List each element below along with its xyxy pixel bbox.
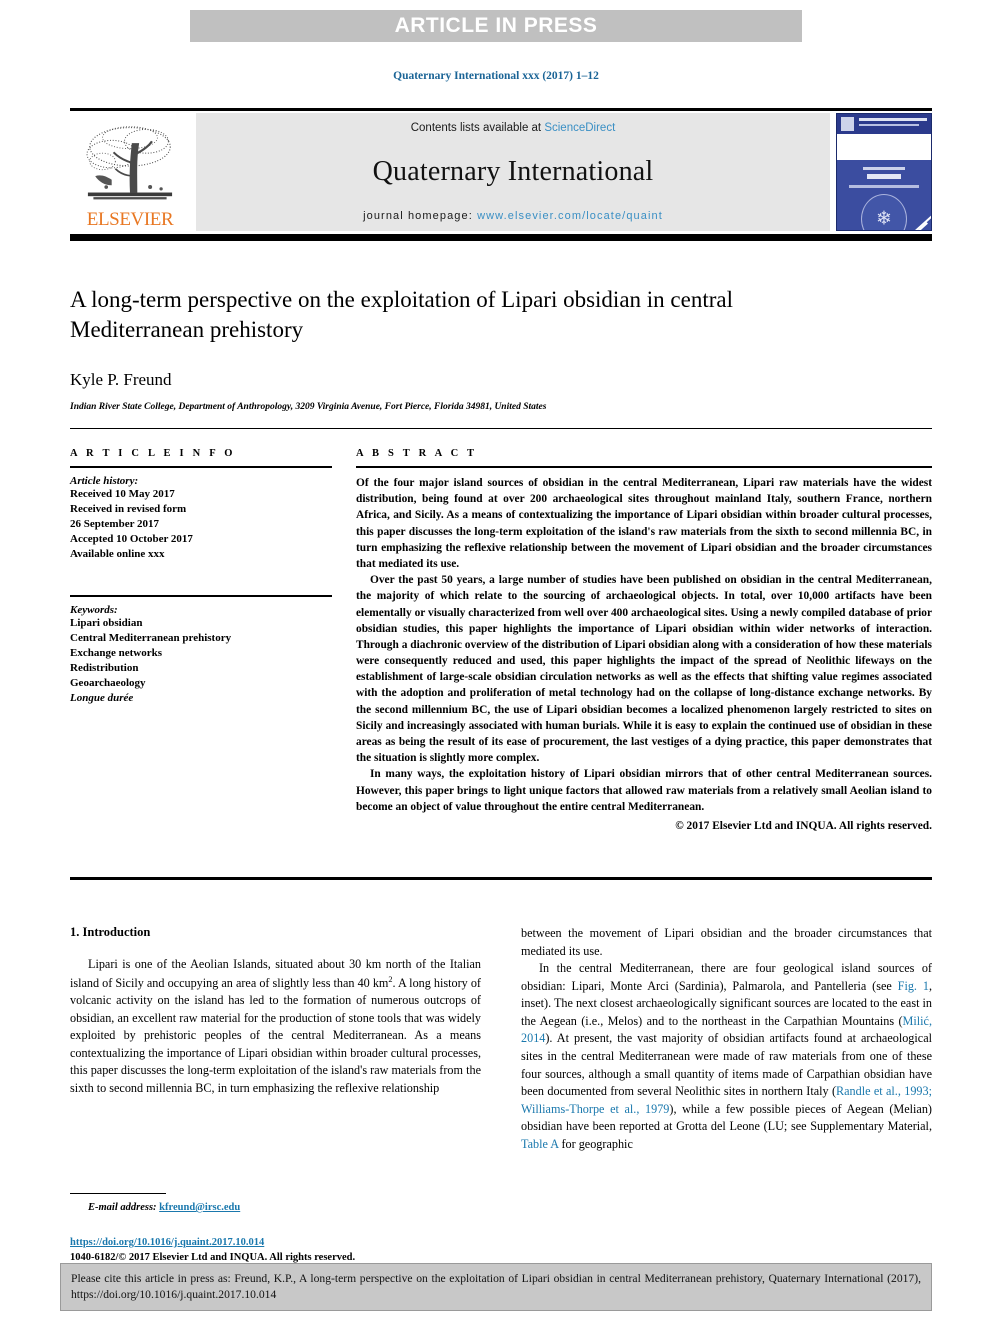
cover-white-band — [837, 134, 931, 160]
info-and-abstract: A R T I C L E I N F O Article history: R… — [70, 448, 932, 832]
cover-text-line-1 — [863, 167, 905, 170]
masthead-top-rule — [70, 108, 932, 111]
elsevier-logo: ELSEVIER — [70, 113, 190, 231]
footnote-divider — [70, 1193, 166, 1194]
sciencedirect-link[interactable]: ScienceDirect — [544, 122, 615, 134]
history-available-online: Available online xxx — [70, 547, 165, 560]
elsevier-tree-icon — [86, 126, 173, 200]
figure-1-link[interactable]: Fig. 1 — [898, 979, 929, 993]
page-title: A long-term perspective on the exploitat… — [70, 287, 733, 343]
abstract-rule — [356, 466, 932, 468]
running-head-citation: Quaternary International xxx (2017) 1–12 — [393, 70, 599, 82]
body-columns: 1. Introduction Lipari is one of the Aeo… — [70, 925, 932, 1153]
contents-prefix: Contents lists available at — [410, 122, 545, 134]
footnote-block: E-mail address: kfreund@irsc.edu — [70, 1193, 481, 1213]
title-block: A long-term perspective on the exploitat… — [70, 285, 932, 429]
history-received: Received 10 May 2017 — [70, 488, 175, 500]
keyword-item-5: Geoarchaeology — [70, 676, 146, 689]
cover-header-band — [837, 114, 931, 134]
article-history-label: Article history: — [70, 475, 139, 487]
masthead-bottom-rule — [70, 234, 932, 241]
right-text-a: In the central Mediterranean, there are … — [521, 961, 932, 993]
body-top-divider — [70, 877, 932, 880]
email-address-label: E-mail address: — [88, 1202, 157, 1213]
article-info-heading: A R T I C L E I N F O — [70, 448, 236, 459]
abstract-paragraph-3: In many ways, the exploitation history o… — [356, 768, 932, 813]
right-text-e: for geographic — [558, 1136, 633, 1151]
body-column-right: between the movement of Lipari obsidian … — [521, 925, 932, 1153]
author-email-link[interactable]: kfreund@irsc.edu — [159, 1202, 240, 1213]
history-accepted: Accepted 10 October 2017 — [70, 532, 193, 545]
cover-text-line-2 — [867, 174, 901, 179]
footnote-email-line: E-mail address: kfreund@irsc.edu — [70, 1202, 481, 1213]
cover-title-line-1 — [859, 118, 927, 121]
article-info-column: A R T I C L E I N F O Article history: R… — [70, 448, 332, 832]
journal-cover-thumbnail: ❄ — [836, 113, 932, 231]
intro-text-part2: . A long history of volcanic activity on… — [70, 975, 481, 1095]
abstract-heading: A B S T R A C T — [356, 448, 478, 459]
doi-block: https://doi.org/10.1016/j.quaint.2017.10… — [70, 1235, 481, 1265]
keyword-item-3: Exchange networks — [70, 646, 162, 659]
masthead-center-panel: Contents lists available at ScienceDirec… — [196, 113, 830, 231]
article-in-press-label: ARTICLE IN PRESS — [394, 14, 598, 37]
keyword-item-6: Longue durée — [70, 691, 134, 704]
keyword-item-4: Redistribution — [70, 661, 139, 674]
keywords-rule — [70, 594, 332, 597]
keywords-label: Keywords: — [70, 603, 118, 616]
cover-snowflake-icon: ❄ — [876, 208, 892, 230]
history-revised-form: Received in revised form — [70, 502, 187, 515]
journal-title: Quaternary International — [372, 156, 654, 187]
doi-link[interactable]: https://doi.org/10.1016/j.quaint.2017.10… — [70, 1237, 264, 1248]
keyword-item-1: Lipari obsidian — [70, 616, 143, 629]
cite-this-article-box: Please cite this article in press as: Fr… — [60, 1263, 932, 1311]
cite-this-article-text: Please cite this article in press as: Fr… — [71, 1272, 921, 1302]
elsevier-wordmark: ELSEVIER — [86, 209, 174, 230]
journal-homepage-link[interactable]: www.elsevier.com/locate/quaint — [477, 210, 663, 222]
cover-badge-icon — [841, 117, 854, 131]
title-divider — [70, 427, 932, 429]
abstract-paragraph-2: Over the past 50 years, a large number o… — [356, 574, 932, 765]
author-name: Kyle P. Freund — [70, 369, 172, 389]
contents-available-line: Contents lists available at ScienceDirec… — [411, 122, 616, 134]
intro-paragraph-right-2: In the central Mediterranean, there are … — [521, 960, 932, 1153]
abstract-copyright: © 2017 Elsevier Ltd and INQUA. All right… — [675, 819, 932, 832]
cover-seal-emblem: ❄ — [861, 194, 907, 230]
journal-homepage-line: journal homepage: www.elsevier.com/locat… — [363, 210, 663, 222]
section-title-introduction: 1. Introduction — [70, 925, 151, 939]
cover-text-line-3 — [849, 185, 919, 188]
article-in-press-banner: ARTICLE IN PRESS — [190, 10, 802, 42]
body-column-left: 1. Introduction Lipari is one of the Aeo… — [70, 925, 481, 1153]
article-info-rule — [70, 466, 332, 468]
homepage-prefix: journal homepage: — [363, 210, 478, 222]
table-a-link[interactable]: Table A — [521, 1137, 558, 1151]
abstract-paragraph-1: Of the four major island sources of obsi… — [356, 477, 932, 570]
cover-title-line-2 — [859, 124, 919, 126]
intro-continuation-paragraph: between the movement of Lipari obsidian … — [521, 926, 932, 958]
author-affiliation: Indian River State College, Department o… — [70, 401, 547, 412]
abstract-column: A B S T R A C T Of the four major island… — [356, 448, 932, 832]
keyword-item-2: Central Mediterranean prehistory — [70, 631, 232, 644]
journal-masthead: ELSEVIER Contents lists available at Sci… — [70, 108, 932, 241]
history-revised-date: 26 September 2017 — [70, 517, 160, 530]
intro-paragraph-left: Lipari is one of the Aeolian Islands, si… — [70, 956, 481, 1098]
